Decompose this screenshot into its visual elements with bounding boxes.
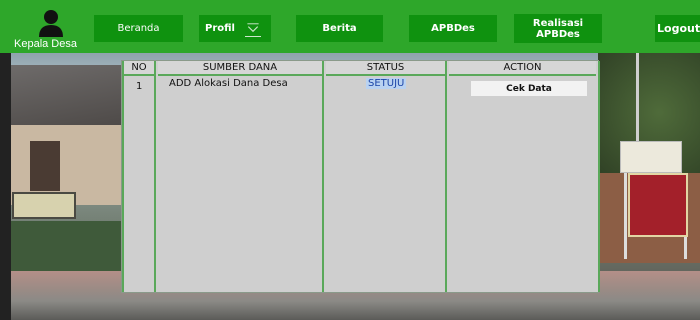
nav-realisasi-apbdes[interactable]: Realisasi APBDes [514,14,602,43]
office-sign [12,192,76,219]
nav-apbdes[interactable]: APBDes [409,15,497,42]
column-status [322,61,447,292]
row-sumber-dana: ADD Alokasi Dana Desa [169,78,288,89]
building-roof [11,65,126,125]
nav-profil[interactable]: Profil [199,15,271,42]
logout-button[interactable]: Logout [655,15,700,42]
cek-data-button[interactable]: Cek Data [471,81,587,96]
nav-berita[interactable]: Berita [296,15,383,42]
nav-beranda[interactable]: Beranda [94,15,183,42]
header-no: NO [124,61,154,76]
info-board-red [628,173,688,237]
nav-profil-label: Profil [205,23,235,34]
chevron-down-icon[interactable] [245,21,261,37]
column-no [122,61,156,292]
flag-pole [636,53,639,141]
top-navbar: Kepala Desa Beranda Profil Berita APBDes… [0,0,700,53]
column-sumber-dana [154,61,324,292]
header-status: STATUS [326,61,445,76]
status-badge: SETUJU [366,78,407,89]
nav-apbdes-label: APBDes [431,23,475,34]
nav-berita-label: Berita [322,23,357,34]
sumber-dana-table: NO SUMBER DANA STATUS ACTION 1 ADD Aloka… [121,60,600,293]
nav-realisasi-label: Realisasi APBDes [532,17,584,40]
row-status: SETUJU [366,78,407,89]
logout-label: Logout [657,22,700,35]
left-edge [0,53,11,320]
user-brand: Kepala Desa [14,9,94,51]
building-door [30,141,60,191]
header-sumber-dana: SUMBER DANA [158,61,322,76]
user-role-label: Kepala Desa [14,38,77,50]
row-no: 1 [136,81,143,92]
header-action: ACTION [449,61,596,76]
board-post [624,173,627,259]
nav-beranda-label: Beranda [117,23,160,34]
info-board-white [620,141,682,173]
hedge [11,221,126,271]
user-icon [39,10,63,37]
